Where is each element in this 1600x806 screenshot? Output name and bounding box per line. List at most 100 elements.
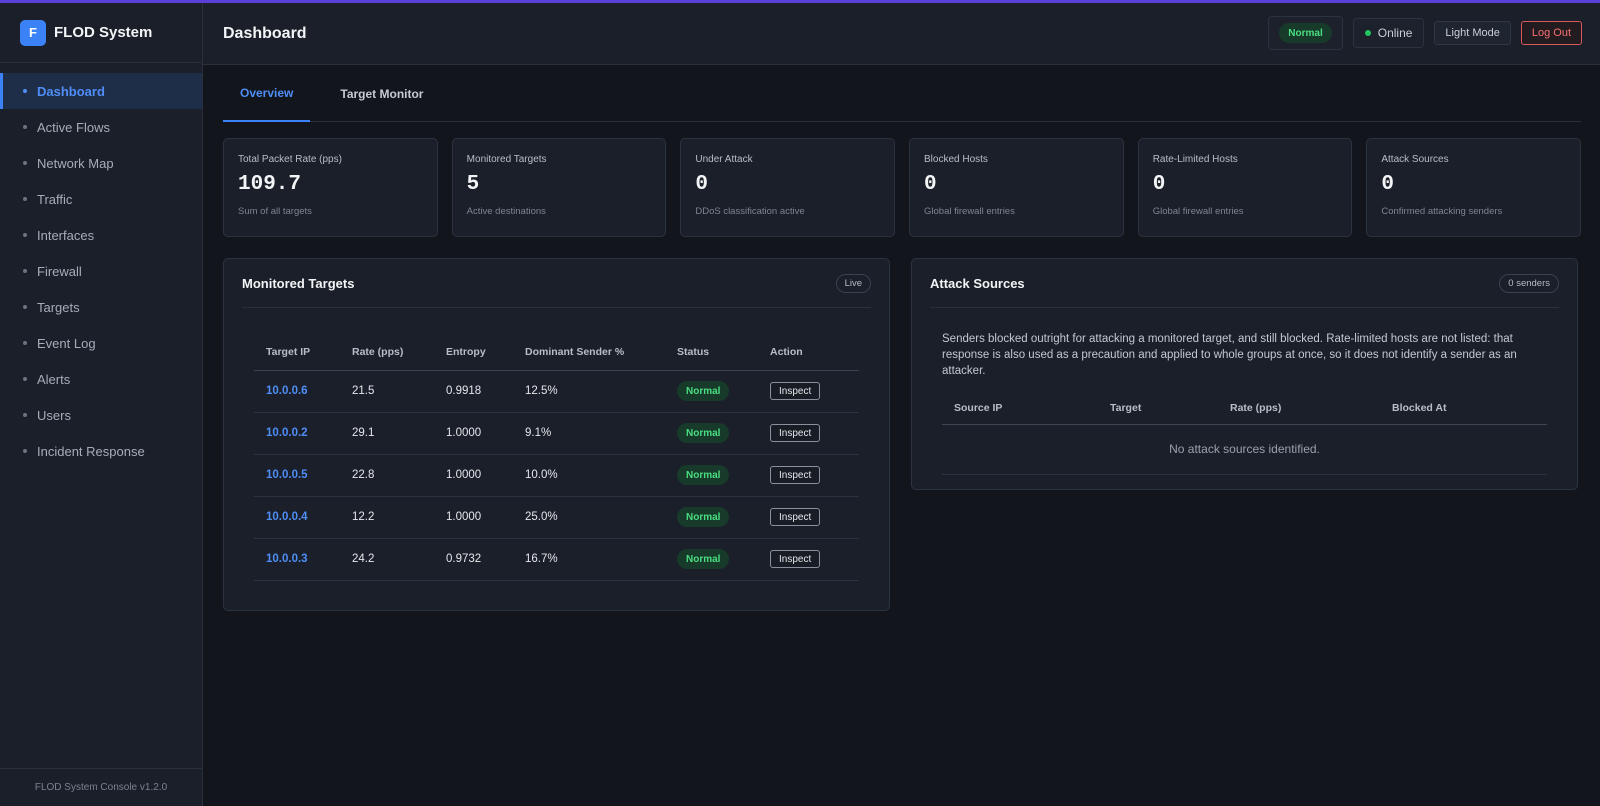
sidebar-item-label: Users (37, 407, 71, 423)
target-ip-link[interactable]: 10.0.0.4 (266, 511, 308, 523)
panels: Monitored Targets Live Target IP Rate (p… (223, 258, 1581, 611)
stat-card-value: 5 (466, 173, 480, 196)
tab-target-monitor[interactable]: Target Monitor (323, 65, 440, 122)
sidebar-item-label: Targets (37, 299, 80, 315)
stat-card-under-attack: Under Attack 0 DDoS classification activ… (680, 138, 896, 237)
rate-cell: 12.2 (340, 496, 434, 539)
tab-overview[interactable]: Overview (223, 65, 311, 122)
stat-card-label: Blocked Hosts (924, 154, 988, 165)
bullet-icon (23, 197, 27, 201)
column-header: Status (665, 335, 758, 371)
sidebar-item-targets[interactable]: Targets (0, 289, 202, 325)
column-header: Target (1098, 392, 1218, 425)
stat-card-value: 0 (1152, 173, 1166, 196)
system-status: Normal (1268, 16, 1343, 50)
sidebar-item-firewall[interactable]: Firewall (0, 253, 202, 289)
connection-status-label: Online (1377, 26, 1413, 40)
stat-card-subtitle: Active destinations (466, 206, 546, 217)
stat-card-label: Under Attack (695, 154, 753, 165)
rate-cell: 21.5 (340, 370, 434, 413)
table-header-row: Target IP Rate (pps) Entropy Dominant Se… (254, 335, 859, 371)
stat-card-attack-sources: Attack Sources 0 Confirmed attacking sen… (1366, 138, 1582, 237)
attack-sources-panel: Attack Sources 0 senders Senders blocked… (911, 258, 1578, 490)
monitored-targets-table: Target IP Rate (pps) Entropy Dominant Se… (254, 335, 859, 581)
light-mode-button[interactable]: Light Mode (1434, 21, 1511, 45)
target-ip-link[interactable]: 10.0.0.5 (266, 469, 308, 481)
sidebar-item-traffic[interactable]: Traffic (0, 181, 202, 217)
connection-status: Online (1352, 18, 1425, 48)
stat-card-value: 0 (1381, 173, 1394, 196)
live-badge: Live (835, 273, 871, 293)
sidebar-item-alerts[interactable]: Alerts (0, 361, 202, 397)
stat-card-monitored-targets: Monitored Targets 5 Active destinations (451, 138, 667, 237)
sidebar-item-label: Active Flows (37, 119, 110, 135)
sidebar-item-event-log[interactable]: Event Log (0, 325, 202, 361)
page-title: Dashboard (223, 24, 307, 42)
status-badge: Normal (677, 381, 730, 401)
inspect-button[interactable]: Inspect (770, 508, 821, 526)
entropy-cell: 0.9732 (434, 538, 513, 581)
bullet-icon (23, 125, 27, 129)
panel-title: Attack Sources (930, 275, 1025, 291)
stat-cards: Total Packet Rate (pps) 109.7 Sum of all… (223, 138, 1582, 237)
bullet-icon (23, 269, 27, 273)
sidebar-item-label: Interfaces (37, 227, 95, 243)
table-header-row: Source IP Target Rate (pps) Blocked At (942, 392, 1547, 425)
panel-header: Monitored Targets Live (242, 259, 871, 308)
senders-count-badge: 0 senders (1499, 273, 1559, 293)
sidebar-item-label: Firewall (37, 263, 82, 279)
dominant-sender-cell: 16.7% (513, 538, 665, 581)
target-ip-link[interactable]: 10.0.0.3 (266, 553, 308, 565)
bullet-icon (23, 413, 27, 417)
sidebar-item-incident-response[interactable]: Incident Response (0, 433, 202, 469)
bullet-icon (23, 161, 27, 165)
inspect-button[interactable]: Inspect (770, 382, 821, 400)
stat-card-subtitle: Global firewall entries (1152, 206, 1244, 217)
stat-card-subtitle: Sum of all targets (238, 206, 312, 217)
bullet-icon (23, 89, 27, 93)
sidebar-item-label: Traffic (37, 191, 73, 207)
logout-button[interactable]: Log Out (1520, 21, 1582, 45)
table-row: 10.0.0.3 24.2 0.9732 16.7% Normal Inspec… (254, 538, 859, 581)
online-dot-icon (1364, 30, 1371, 36)
sidebar-nav: Dashboard Active Flows Network Map Traff… (0, 73, 202, 469)
table-row: 10.0.0.4 12.2 1.0000 25.0% Normal Inspec… (254, 496, 859, 539)
rate-cell: 24.2 (340, 538, 434, 581)
sidebar-item-active-flows[interactable]: Active Flows (0, 109, 202, 145)
app-logo: F (20, 19, 46, 46)
sidebar-item-interfaces[interactable]: Interfaces (0, 217, 202, 253)
inspect-button[interactable]: Inspect (770, 424, 821, 442)
target-ip-link[interactable]: 10.0.0.6 (266, 385, 308, 397)
attack-sources-description: Senders blocked outright for attacking a… (942, 333, 1517, 377)
bullet-icon (23, 377, 27, 381)
sidebar: F FLOD System Dashboard Active Flows Net… (0, 3, 203, 806)
monitored-targets-table-wrap: Target IP Rate (pps) Entropy Dominant Se… (242, 335, 871, 581)
status-badge: Normal (677, 465, 730, 485)
entropy-cell: 1.0000 (434, 496, 513, 539)
bullet-icon (23, 233, 27, 237)
empty-state-message: No attack sources identified. (942, 424, 1547, 475)
sidebar-item-users[interactable]: Users (0, 397, 202, 433)
sidebar-footer-version: FLOD System Console v1.2.0 (0, 768, 202, 806)
dominant-sender-cell: 25.0% (513, 496, 665, 539)
sidebar-item-dashboard[interactable]: Dashboard (0, 73, 202, 109)
sidebar-item-label: Dashboard (37, 83, 105, 99)
bullet-icon (23, 305, 27, 309)
stat-card-label: Total Packet Rate (pps) (238, 154, 342, 165)
sidebar-item-label: Alerts (37, 371, 71, 387)
sidebar-item-network-map[interactable]: Network Map (0, 145, 202, 181)
tab-bar: Overview Target Monitor (223, 65, 1581, 122)
column-header: Source IP (942, 392, 1098, 425)
inspect-button[interactable]: Inspect (770, 466, 821, 484)
dominant-sender-cell: 9.1% (513, 412, 665, 455)
sidebar-item-label: Network Map (37, 155, 114, 171)
column-header: Action (758, 335, 859, 371)
stat-card-subtitle: DDoS classification active (695, 206, 805, 217)
panel-title: Monitored Targets (242, 275, 355, 291)
app-name: FLOD System (54, 24, 153, 41)
inspect-button[interactable]: Inspect (770, 550, 821, 568)
brand: F FLOD System (0, 3, 202, 63)
panel-header: Attack Sources 0 senders (930, 259, 1559, 308)
target-ip-link[interactable]: 10.0.0.2 (266, 427, 308, 439)
attack-sources-table-wrap: Source IP Target Rate (pps) Blocked At N… (942, 392, 1547, 475)
